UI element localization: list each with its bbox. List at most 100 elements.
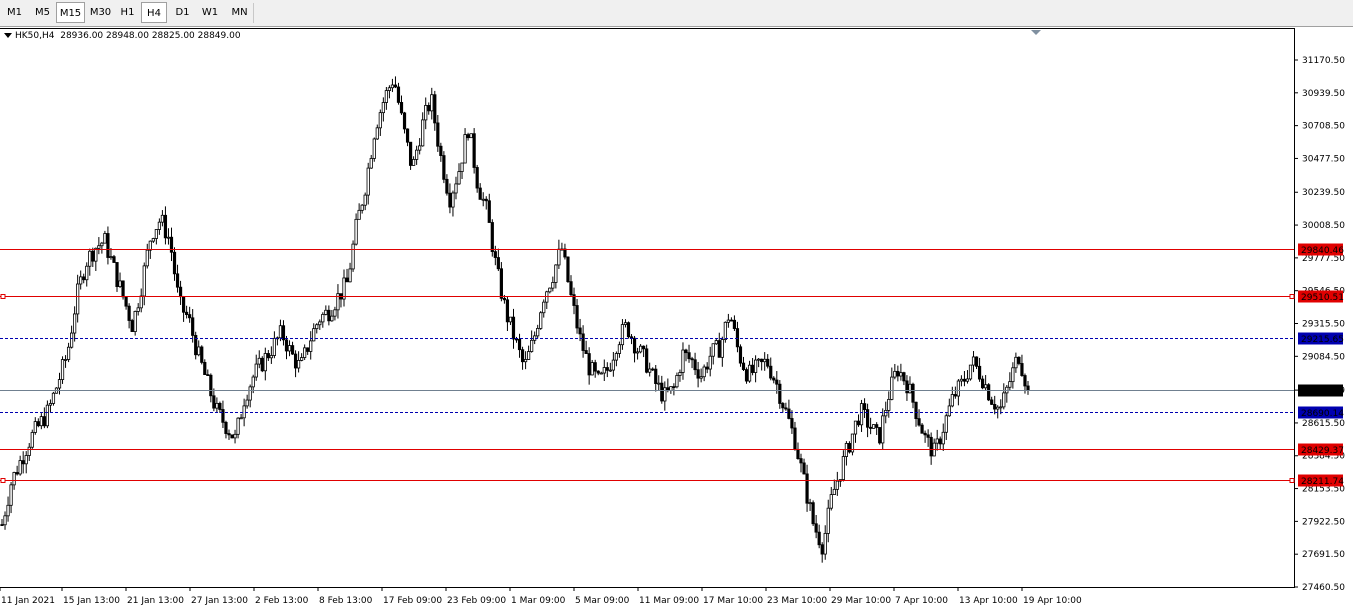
candle-bear: [227, 433, 231, 436]
time-axis-label: 21 Jan 13:00: [127, 596, 184, 606]
level-handle-left[interactable]: [0, 478, 6, 483]
candle-bull: [469, 133, 473, 139]
candle-bear: [221, 409, 225, 423]
candle-bear: [693, 359, 697, 371]
candle-bull: [236, 417, 240, 435]
candle-bull: [357, 209, 361, 220]
candle-bear: [869, 426, 873, 429]
candle-bear: [439, 145, 443, 156]
candle-bull: [890, 376, 894, 400]
candle-bear: [436, 122, 440, 147]
candle-bull: [315, 324, 319, 330]
candle-bear: [926, 434, 930, 438]
candle-bear: [218, 402, 222, 410]
candle-bear: [923, 432, 927, 436]
level-handle-left[interactable]: [0, 294, 6, 299]
candle-bear: [929, 436, 933, 457]
level-handle-right[interactable]: [1289, 478, 1295, 483]
candle-bull: [460, 162, 464, 172]
candle-bear: [230, 434, 234, 439]
time-axis-label: 7 Apr 10:00: [895, 596, 948, 606]
candle-bull: [971, 356, 976, 366]
candle-bull: [233, 433, 237, 439]
candle-bull: [51, 392, 56, 404]
candle-bear: [172, 251, 177, 275]
candle-bear: [393, 84, 398, 88]
candle-bull: [723, 321, 727, 340]
candle-bear: [581, 333, 585, 351]
candle-bear: [284, 339, 289, 352]
chart-ohlc: 28936.00 28948.00 28825.00 28849.00: [60, 31, 241, 41]
candle-bear: [511, 316, 516, 340]
candle-bull: [841, 456, 845, 480]
candle-bear: [732, 319, 737, 329]
candlestick-chart[interactable]: 31170.50 30939.50 30708.50 30477.50 30239.50…: [0, 0, 1353, 613]
candle-bull: [94, 247, 98, 262]
candle-bear: [327, 309, 331, 322]
candle-bear: [478, 187, 482, 200]
candle-bull: [239, 417, 243, 420]
candle-bear: [687, 352, 691, 360]
price-level-label: 29215.65: [1301, 335, 1344, 345]
level-handle-right[interactable]: [1289, 294, 1295, 299]
candle-bull: [27, 446, 31, 456]
candle-bull: [551, 282, 555, 289]
candle-bull: [103, 233, 107, 244]
price-level-label: 28429.37: [1301, 446, 1344, 456]
candle-bull: [109, 256, 113, 259]
candle-bull: [678, 372, 682, 376]
candle-bear: [878, 427, 882, 444]
price-axis-label: 29084.50: [1302, 352, 1345, 362]
candle-bear: [784, 407, 788, 410]
candle-bull: [60, 359, 65, 380]
candle-bear: [405, 128, 410, 143]
candle-bull: [620, 324, 625, 346]
candle-bear: [645, 348, 649, 373]
candle-bull: [48, 403, 53, 406]
candle-bull: [602, 367, 606, 374]
candle-bull: [312, 328, 316, 342]
candle-bull: [590, 362, 594, 376]
candle-bear: [396, 86, 401, 103]
candle-bear: [766, 358, 770, 367]
candle-bear: [21, 460, 25, 465]
candle-bull: [996, 406, 1000, 410]
chart-shift-marker-icon[interactable]: [1031, 30, 1041, 35]
candle-bull: [85, 265, 89, 281]
price-level-label: 28849.00: [1301, 387, 1344, 397]
candle-bull: [45, 404, 49, 427]
candle-bull: [366, 167, 370, 196]
candle-bull: [154, 229, 158, 239]
candle-bull: [965, 378, 970, 382]
candle-bear: [212, 395, 216, 409]
candle-bear: [1023, 375, 1027, 387]
candle-bull: [375, 127, 379, 140]
candle-bull: [675, 375, 679, 388]
candle-bull: [554, 264, 558, 283]
price-level-label: 29840.46: [1301, 246, 1344, 256]
candle-bull: [118, 280, 122, 287]
price-axis-label: 27922.50: [1302, 517, 1345, 527]
candle-bear: [517, 338, 522, 351]
chart-menu-triangle-icon[interactable]: [4, 33, 12, 38]
candle-bear: [427, 105, 431, 112]
candle-bull: [133, 311, 137, 332]
candle-bull: [412, 159, 416, 166]
candle-bear: [402, 112, 407, 130]
candle-bull: [523, 359, 528, 363]
candle-bear: [875, 424, 879, 428]
candle-bull: [342, 277, 346, 300]
candle-bear: [917, 418, 921, 426]
price-axis-label: 30477.50: [1302, 154, 1345, 164]
candle-bear: [587, 353, 591, 376]
candle-bull: [835, 480, 839, 490]
candle-bull: [711, 343, 715, 357]
candle-bear: [938, 438, 942, 445]
candle-bull: [372, 138, 376, 159]
candle-bear: [605, 367, 609, 371]
candle-bull: [754, 359, 758, 373]
candle-bear: [862, 403, 867, 410]
candle-bull: [457, 171, 461, 185]
time-axis-label: 15 Jan 13:00: [63, 596, 120, 606]
candle-bull: [248, 386, 252, 401]
